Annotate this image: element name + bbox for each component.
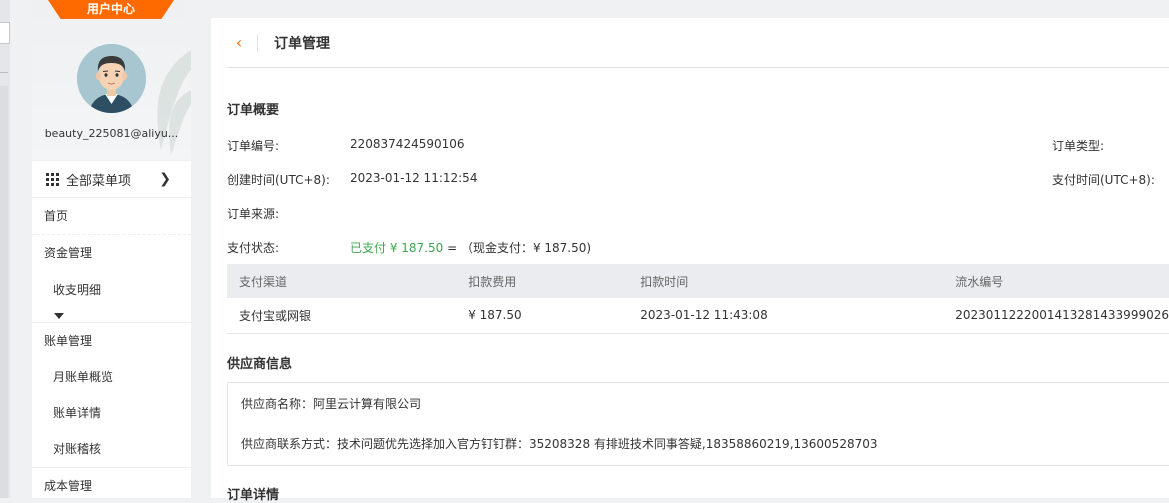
table-row: 支付宝或网银 ¥ 187.50 2023-01-12 11:43:08 2023…: [227, 298, 1169, 334]
cell-deduct-time: 2023-01-12 11:43:08: [628, 298, 944, 334]
cell-deduct-amount: ¥ 187.50: [456, 298, 629, 334]
username: beauty_225081@aliyu...: [44, 127, 179, 140]
sidebar-item-bill-details[interactable]: 账单详情: [32, 395, 191, 431]
chevron-right-icon: ❯: [159, 171, 171, 187]
left-edge-scrollbar[interactable]: [0, 86, 8, 498]
created-time-label: 创建时间(UTC+8):: [227, 173, 330, 187]
payment-table: 支付渠道 扣款费用 扣款时间 流水编号 支付宝或网银 ¥ 187.50 2023…: [227, 264, 1169, 334]
paid-time-label: 支付时间(UTC+8):: [1052, 173, 1155, 187]
col-serial-no: 流水编号: [943, 264, 1169, 298]
pay-status-paid: 已支付 ¥ 187.50: [350, 241, 444, 255]
order-no-value: 220837424590106: [350, 137, 465, 151]
details-title: 订单详情: [227, 488, 280, 503]
left-edge-input[interactable]: [0, 22, 10, 44]
all-menu-label: 全部菜单项: [66, 173, 132, 189]
all-menu-button[interactable]: 全部菜单项 ❯: [32, 160, 191, 198]
payment-table-header: 支付渠道 扣款费用 扣款时间 流水编号: [227, 264, 1169, 298]
page-title: 订单管理: [274, 35, 330, 52]
col-deduct-time: 扣款时间: [628, 264, 944, 298]
user-center-tab[interactable]: 用户中心: [48, 0, 174, 19]
profile-card: 用户中心 beauty_225081@aliyu...: [32, 0, 191, 160]
sidebar-item-home[interactable]: 首页: [32, 198, 191, 235]
sidebar-item-reconciliation[interactable]: 对账稽核: [32, 431, 191, 467]
pay-status-value: 已支付 ¥ 187.50 = （现金支付：¥ 187.50): [350, 239, 591, 256]
sidebar-item-bills[interactable]: 账单管理: [32, 322, 191, 359]
supplier-info-box: 供应商名称：阿里云计算有限公司 供应商联系方式：技术问题优先选择加入官方钉钉群：…: [227, 382, 1169, 466]
col-deduct-amount: 扣款费用: [456, 264, 629, 298]
sidebar-item-cost[interactable]: 成本管理: [32, 467, 191, 498]
supplier-contact: 供应商联系方式：技术问题优先选择加入官方钉钉群：35208328 有排班技术同事…: [241, 437, 878, 451]
caret-down-icon: [54, 313, 64, 319]
page-header: ‹ 订单管理: [227, 18, 1169, 68]
left-edge-divider: [0, 72, 8, 73]
header-divider: [257, 33, 258, 52]
avatar[interactable]: [77, 44, 146, 113]
supplier-title: 供应商信息: [227, 357, 293, 372]
cell-pay-channel: 支付宝或网银: [227, 298, 457, 334]
cell-serial-no: 2023011222001413281433999026: [943, 298, 1169, 334]
avatar-face-icon: [77, 44, 146, 113]
overview-title: 订单概要: [227, 103, 280, 118]
sidebar: 用户中心 beauty_225081@aliyu... 全部菜单项 ❯ 首页 资…: [32, 0, 191, 498]
col-pay-channel: 支付渠道: [227, 264, 457, 298]
supplier-name: 供应商名称：阿里云计算有限公司: [241, 397, 422, 411]
order-source-label: 订单来源:: [227, 207, 280, 221]
created-time-value: 2023-01-12 11:12:54: [350, 171, 478, 185]
leaf-decoration-icon: [157, 50, 191, 155]
back-chevron-icon[interactable]: ‹: [227, 33, 251, 52]
expand-caret[interactable]: [32, 308, 191, 322]
grid-menu-icon: [46, 172, 59, 186]
left-edge-strip: [0, 0, 10, 498]
sidebar-item-income-expense[interactable]: 收支明细: [32, 272, 191, 308]
order-type-label: 订单类型:: [1052, 139, 1105, 153]
sidebar-item-monthly-overview[interactable]: 月账单概览: [32, 359, 191, 395]
sidebar-item-funds[interactable]: 资金管理: [32, 235, 191, 272]
order-no-label: 订单编号:: [227, 139, 280, 153]
pay-status-detail: = （现金支付：¥ 187.50): [443, 241, 592, 255]
pay-status-label: 支付状态:: [227, 241, 280, 255]
order-panel: ‹ 订单管理 订单概要 订单编号: 220837424590106 订单类型: …: [211, 18, 1169, 503]
